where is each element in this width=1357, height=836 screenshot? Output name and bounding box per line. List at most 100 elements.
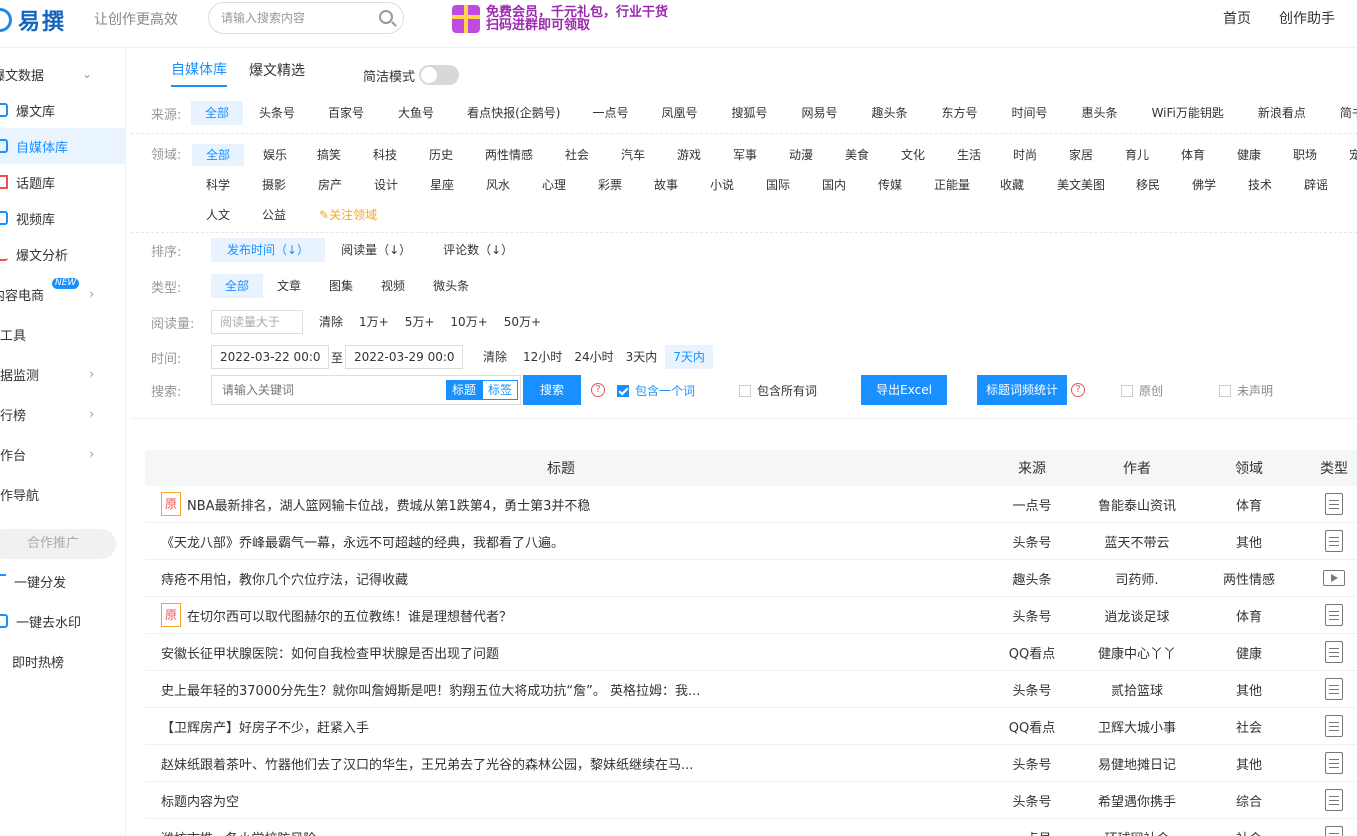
- source-option[interactable]: 网易号: [784, 101, 854, 125]
- sidebar-item-ecommerce[interactable]: 内容电商 NEW ›: [0, 276, 126, 312]
- keyword-input[interactable]: [212, 376, 432, 404]
- article-title[interactable]: 痔疮不用怕，教你几个穴位疗法，记得收藏: [145, 569, 977, 588]
- domain-option[interactable]: 小说: [710, 174, 734, 196]
- source-option[interactable]: 百家号: [311, 101, 381, 125]
- article-title[interactable]: 潍坊市推...各小学校防风险...: [145, 828, 977, 836]
- sidebar-item-hot-analysis[interactable]: 爆文分析: [0, 236, 126, 272]
- read-clear[interactable]: 清除: [303, 310, 343, 334]
- table-row[interactable]: 赵妹纸跟着茶叶、竹器他们去了汉口的华生，王兄弟去了光谷的森林公园，黎妹纸继续在马…: [145, 745, 1357, 782]
- time-option[interactable]: 3天内: [614, 345, 658, 369]
- article-title[interactable]: 安徽长征甲状腺医院：如何自我检查甲状腺是否出现了问题: [145, 643, 977, 662]
- sidebar-item-hot-data[interactable]: 爆文数据 ⌄: [0, 56, 126, 92]
- sidebar-item-ranking[interactable]: 排行榜 ›: [0, 396, 126, 432]
- type-option[interactable]: 微头条: [419, 274, 483, 298]
- domain-option[interactable]: 社会: [565, 144, 589, 166]
- domain-option[interactable]: 生活: [957, 144, 981, 166]
- domain-option[interactable]: 风水: [486, 174, 510, 196]
- domain-option[interactable]: 美食: [845, 144, 869, 166]
- table-row[interactable]: 标题内容为空 头条号 希望遇你携手 综合: [145, 782, 1357, 819]
- time-clear[interactable]: 清除: [463, 345, 507, 369]
- domain-option[interactable]: 两性情感: [485, 144, 533, 166]
- domain-option[interactable]: 辟谣: [1304, 174, 1328, 196]
- date-to-input[interactable]: [345, 345, 464, 369]
- article-title[interactable]: 《天龙八部》乔峰最霸气一幕，永远不可超越的经典，我都看了八遍。: [145, 532, 977, 551]
- sidebar-item-media-library[interactable]: 自媒体库: [0, 128, 126, 164]
- sidebar-item-hot-library[interactable]: 爆文库: [0, 92, 126, 128]
- table-row[interactable]: 史上最年轻的37000分先生？就你叫詹姆斯是吧！豹翔五位大将成功抗“詹”。 英格…: [145, 671, 1357, 708]
- type-option[interactable]: 文章: [263, 274, 315, 298]
- export-excel-button[interactable]: 导出Excel: [861, 375, 948, 405]
- sidebar-item-tools[interactable]: 小工具: [0, 316, 126, 352]
- domain-option[interactable]: 时尚: [1013, 144, 1037, 166]
- type-option[interactable]: 视频: [367, 274, 419, 298]
- title-stats-button[interactable]: 标题词频统计: [977, 375, 1068, 405]
- global-search-input[interactable]: [221, 3, 371, 33]
- domain-option[interactable]: 设计: [374, 174, 398, 196]
- article-title[interactable]: 【卫辉房产】好房子不少，赶紧入手: [145, 717, 977, 736]
- sidebar-item-navigation[interactable]: 创作导航: [0, 476, 126, 512]
- promo-banner[interactable]: 免费会员，千元礼包，行业干货 扫码进群即可领取: [452, 2, 668, 36]
- domain-option[interactable]: 技术: [1248, 174, 1272, 196]
- source-option[interactable]: 头条号: [243, 101, 311, 125]
- article-title[interactable]: 赵妹纸跟着茶叶、竹器他们去了汉口的华生，王兄弟去了光谷的森林公园，黎妹纸继续在马…: [145, 754, 977, 773]
- table-row[interactable]: 原在切尔西可以取代图赫尔的五位教练！谁是理想替代者？ 头条号 逍龙谈足球 体育: [145, 597, 1357, 634]
- read-option[interactable]: 1万+: [343, 310, 389, 334]
- help-icon[interactable]: ?: [1071, 383, 1086, 397]
- domain-option[interactable]: 汽车: [621, 144, 645, 166]
- article-title[interactable]: 史上最年轻的37000分先生？就你叫詹姆斯是吧！豹翔五位大将成功抗“詹”。 英格…: [145, 680, 977, 699]
- table-row[interactable]: 痔疮不用怕，教你几个穴位疗法，记得收藏 趣头条 司药师. 两性情感: [145, 560, 1357, 597]
- time-option[interactable]: 24小时: [562, 345, 613, 369]
- domain-option[interactable]: 搞笑: [317, 144, 341, 166]
- source-option[interactable]: 简书: [1323, 101, 1357, 125]
- sort-option[interactable]: 评论数（↓）: [427, 238, 529, 262]
- domain-option[interactable]: 传媒: [878, 174, 902, 196]
- article-title[interactable]: 原在切尔西可以取代图赫尔的五位教练！谁是理想替代者？: [145, 603, 977, 627]
- sidebar-item-distribute[interactable]: 一键分发: [0, 563, 126, 599]
- source-option[interactable]: 惠头条: [1065, 101, 1135, 125]
- original-filter[interactable]: 原创: [1121, 382, 1163, 399]
- domain-option[interactable]: 家居: [1069, 144, 1093, 166]
- domain-option[interactable]: 育儿: [1125, 144, 1149, 166]
- source-option[interactable]: WiFi万能钥匙: [1135, 101, 1241, 125]
- source-option[interactable]: 新浪看点: [1241, 101, 1323, 125]
- source-option[interactable]: 一点号: [576, 101, 644, 125]
- article-title[interactable]: 标题内容为空: [145, 791, 977, 810]
- domain-option[interactable]: 历史: [429, 144, 453, 166]
- domain-option[interactable]: 国内: [822, 174, 846, 196]
- sidebar-item-workbench[interactable]: 工作台 ›: [0, 436, 126, 472]
- table-row[interactable]: 《天龙八部》乔峰最霸气一幕，永远不可超越的经典，我都看了八遍。 头条号 蓝天不带云 其…: [145, 523, 1357, 560]
- help-icon[interactable]: ?: [591, 383, 605, 397]
- domain-option[interactable]: 心理: [542, 174, 566, 196]
- domain-option[interactable]: 职场: [1293, 144, 1317, 166]
- table-row[interactable]: 潍坊市推...各小学校防风险... 一点号环球网社会社会: [145, 819, 1357, 836]
- nav-creation-assistant[interactable]: 创作助手: [1279, 8, 1335, 28]
- read-count-input[interactable]: [211, 310, 303, 334]
- domain-option[interactable]: 国际: [766, 174, 790, 196]
- search-icon[interactable]: [379, 10, 393, 24]
- domain-option[interactable]: 游戏: [677, 144, 701, 166]
- date-from-input[interactable]: [211, 345, 329, 369]
- type-option[interactable]: 全部: [211, 274, 264, 298]
- domain-option[interactable]: 佛学: [1192, 174, 1216, 196]
- domain-option[interactable]: 体育: [1181, 144, 1205, 166]
- domain-option[interactable]: 科学: [206, 174, 230, 196]
- table-row[interactable]: 原 NBA最新排名，湖人篮网输卡位战，费城从第1跌第4，勇士第3并不稳 一点号 鲁能泰…: [145, 486, 1357, 523]
- sort-option[interactable]: 发布时间（↓）: [211, 238, 326, 262]
- tab-media-library[interactable]: 自媒体库: [171, 59, 227, 87]
- time-option[interactable]: 12小时: [507, 345, 562, 369]
- source-option[interactable]: 凤凰号: [644, 101, 714, 125]
- domain-option[interactable]: 健康: [1237, 144, 1261, 166]
- domain-option[interactable]: 动漫: [789, 144, 813, 166]
- logo[interactable]: 易撰: [0, 2, 66, 38]
- table-row[interactable]: 【卫辉房产】好房子不少，赶紧入手 QQ看点 卫辉大城小事 社会: [145, 708, 1357, 745]
- follow-domain-link[interactable]: ✎关注领域: [319, 204, 377, 226]
- domain-option[interactable]: 故事: [654, 174, 678, 196]
- domain-option[interactable]: 星座: [430, 174, 454, 196]
- domain-option[interactable]: 公益: [262, 204, 286, 226]
- read-option[interactable]: 5万+: [389, 310, 435, 334]
- undeclared-filter[interactable]: 未声明: [1219, 382, 1273, 399]
- domain-option[interactable]: 收藏: [1000, 174, 1024, 196]
- source-option[interactable]: 全部: [191, 101, 244, 125]
- sidebar-item-hot-list[interactable]: 即时热榜: [0, 643, 126, 679]
- read-option[interactable]: 10万+: [434, 310, 487, 334]
